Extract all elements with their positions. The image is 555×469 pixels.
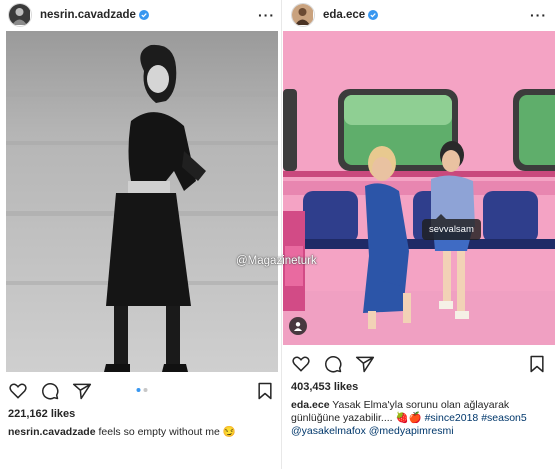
caption: nesrin.cavadzade feels so empty without … bbox=[8, 426, 277, 439]
post-eda: eda.ece ··· sevvalsam 403,453 likes eda.… bbox=[283, 0, 555, 469]
carousel-indicator bbox=[136, 388, 147, 392]
avatar[interactable] bbox=[8, 3, 32, 27]
user-tag-tooltip[interactable]: sevvalsam bbox=[422, 214, 481, 240]
comment-icon[interactable] bbox=[40, 381, 60, 401]
verified-badge-icon bbox=[138, 10, 149, 20]
caption-hashtags[interactable]: #since2018 #season5 bbox=[425, 412, 527, 424]
caption-text: feels so empty without me bbox=[98, 426, 220, 438]
comment-icon[interactable] bbox=[323, 354, 343, 374]
username[interactable]: eda.ece bbox=[323, 9, 365, 21]
action-bar bbox=[291, 353, 547, 375]
more-options-icon[interactable]: ··· bbox=[530, 7, 547, 23]
heart-icon[interactable] bbox=[8, 381, 28, 401]
like-count[interactable]: 221,162 likes bbox=[8, 408, 75, 420]
caption: eda.ece Yasak Elma'yla sorunu olan ağlay… bbox=[291, 399, 549, 438]
verified-badge-icon bbox=[368, 10, 379, 20]
post-nesrin: nesrin.cavadzade ··· 221,162 likes nesri… bbox=[0, 0, 283, 469]
watermark: @Magazineturk bbox=[236, 255, 317, 267]
more-options-icon[interactable]: ··· bbox=[258, 7, 275, 23]
like-count[interactable]: 403,453 likes bbox=[291, 381, 358, 393]
user-tag-icon[interactable] bbox=[289, 317, 307, 335]
post-header: nesrin.cavadzade ··· bbox=[0, 0, 283, 30]
heart-icon[interactable] bbox=[291, 354, 311, 374]
share-icon[interactable] bbox=[355, 354, 375, 374]
post-photo[interactable] bbox=[6, 31, 278, 372]
username[interactable]: nesrin.cavadzade bbox=[40, 9, 136, 21]
caption-mentions[interactable]: @yasakelmafox @medyapimresmi bbox=[291, 425, 454, 437]
action-bar bbox=[8, 380, 275, 402]
caption-emoji: 😏 bbox=[222, 426, 236, 438]
post-photo[interactable]: sevvalsam bbox=[283, 31, 555, 345]
caption-username[interactable]: nesrin.cavadzade bbox=[8, 426, 96, 438]
share-icon[interactable] bbox=[72, 381, 92, 401]
caption-username[interactable]: eda.ece bbox=[291, 399, 330, 411]
carousel-dot bbox=[136, 388, 140, 392]
bookmark-icon[interactable] bbox=[527, 354, 547, 374]
post-header: eda.ece ··· bbox=[283, 0, 555, 30]
avatar[interactable] bbox=[291, 3, 315, 27]
bookmark-icon[interactable] bbox=[255, 381, 275, 401]
carousel-dot bbox=[143, 388, 147, 392]
